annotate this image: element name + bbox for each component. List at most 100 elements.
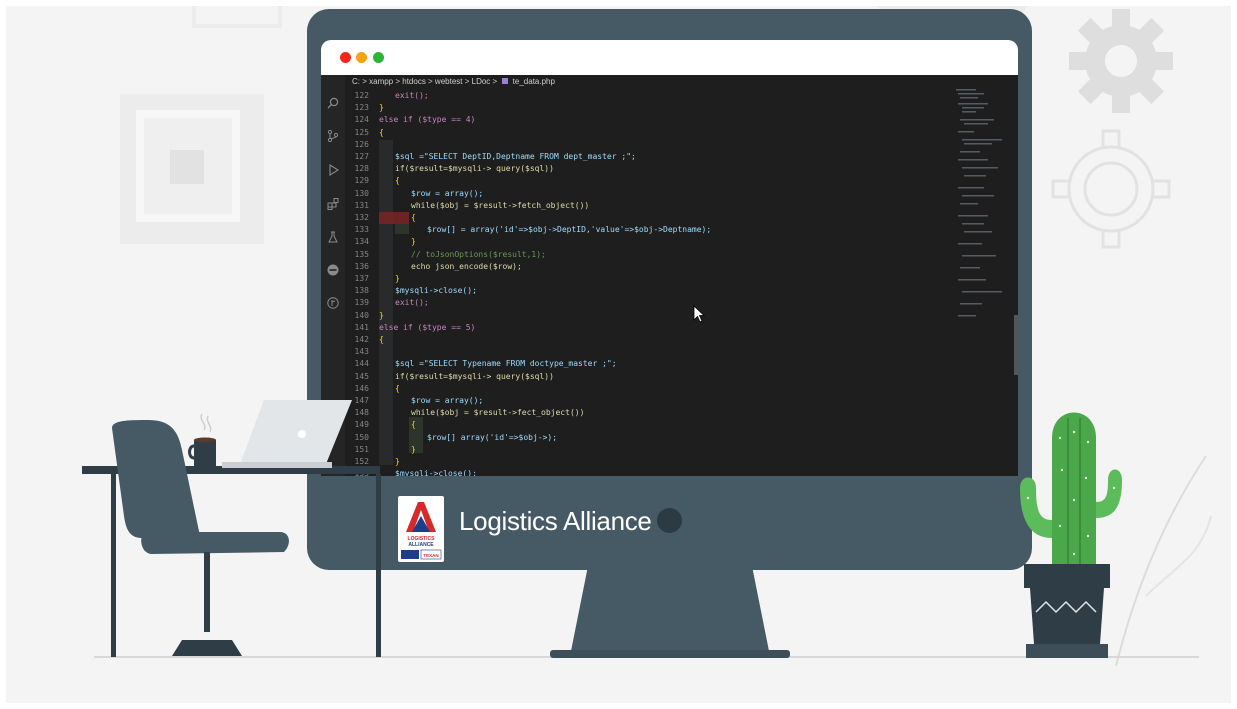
code-line[interactable]: 122 exit(); [345,90,429,102]
code-line[interactable]: 133 $row[] = array('id'=>$obj->DeptID,'va… [345,224,712,236]
scrollbar-thumb[interactable] [1014,315,1018,375]
brand-name: Logistics Alliance [459,506,652,536]
svg-text:TEXAN: TEXAN [423,553,438,558]
code-text: $mysqli->close(); [395,286,477,296]
code-line[interactable]: 128 if($result=$mysqli-> query($sql)) [345,163,554,175]
line-number: 123 [354,103,369,113]
code-text: } [379,103,384,113]
line-number: 140 [354,310,369,320]
code-line[interactable]: 134} [345,236,416,248]
svg-text:ALLIANCE: ALLIANCE [408,542,434,548]
maximize-window-button[interactable] [373,52,384,63]
gear-icon [1069,9,1173,113]
code-text: $sql ="SELECT Typename FROM doctype_mast… [395,359,617,369]
code-text: } [379,310,384,320]
code-line[interactable]: 137} [345,273,400,285]
breadcrumb: C: > xampp > htdocs > webtest > LDoc > t… [352,75,1018,88]
laptop [222,400,352,468]
code-line[interactable]: 131 while($obj = $result->fetch_object()) [345,200,590,212]
code-text: while($obj = $result->fect_object()) [411,408,585,418]
code-text: { [411,213,416,222]
breadcrumb-path[interactable]: C: > xampp > htdocs > webtest > LDoc > [352,77,497,86]
code-text: { [395,383,400,393]
mouse-cursor-icon [693,305,706,323]
code-line[interactable]: 151} [345,444,416,456]
run-debug-icon[interactable] [327,164,339,176]
line-number: 141 [354,322,369,332]
minimap[interactable] [954,83,1012,343]
remote-icon[interactable] [327,264,339,276]
code-line[interactable]: 139 exit(); [345,297,429,309]
code-line[interactable]: 124 else if ($type == 4) [345,114,476,126]
code-line[interactable]: 136 echo json_encode($row); [345,261,522,273]
line-number: 135 [354,249,369,259]
code-line[interactable]: 130 $row = array(); [345,188,484,200]
cactus-plant [1020,412,1122,658]
code-line[interactable]: 125 { [345,127,384,139]
code-text: // toJsonOptions($result,1); [411,249,546,259]
code-line[interactable]: 126 [345,139,379,151]
code-text: if($result=$mysqli-> query($sql)) [395,164,554,174]
code-text: { [411,420,416,430]
line-number: 142 [354,335,369,344]
breadcrumb-file[interactable]: te_data.php [513,77,555,86]
search-icon[interactable] [327,97,339,109]
code-text: $row[] array('id'=>$obj->); [427,432,558,442]
brand-dot [657,508,682,533]
line-number: 138 [354,286,369,296]
code-text: if($result=$mysqli-> query($sql)) [395,371,554,381]
code-text: $row = array(); [411,188,484,198]
line-number: 129 [354,176,369,186]
line-number: 133 [354,225,369,235]
line-number: 128 [354,164,369,174]
line-number: 143 [354,347,369,357]
code-line[interactable]: 150 $row[] array('id'=>$obj->); [345,432,558,444]
code-editor[interactable]: C: > xampp > htdocs > webtest > LDoc > t… [321,75,1018,476]
code-text: exit(); [395,298,429,308]
code-line[interactable]: 123} [345,102,384,114]
code-line[interactable]: 129 { [345,175,400,187]
code-text: else if ($type == 4) [379,115,476,125]
testing-icon[interactable] [327,231,339,243]
code-text: { [379,127,384,137]
code-line[interactable]: 143 [345,346,379,358]
line-number: 124 [354,115,369,125]
code-line[interactable]: 149{ [345,419,416,431]
code-line[interactable]: 127 $sql ="SELECT DeptID,Deptname FROM de… [345,151,636,163]
code-text: $row = array(); [411,396,484,405]
line-number: 145 [354,371,369,381]
code-text: { [379,335,384,344]
wall-frame-center [170,150,204,184]
code-line[interactable]: 146 { [345,383,400,395]
code-text: echo json_encode($row); [411,261,522,271]
line-number: 136 [354,261,369,271]
php-file-icon [502,78,509,84]
code-line[interactable]: 147 $row = array(); [345,395,484,407]
source-control-icon[interactable] [327,130,339,142]
line-number: 130 [354,188,369,198]
code-text: else if ($type == 5) [379,322,476,332]
extensions-icon[interactable] [327,198,339,210]
line-number: 144 [354,359,369,369]
monitor-stand [550,566,790,658]
code-line[interactable]: 135 // toJsonOptions($result,1); [345,249,546,261]
code-text: } [395,457,400,466]
code-line[interactable]: 148 while($obj = $result->fect_object()) [345,407,585,419]
line-number: 127 [354,152,369,161]
line-number: 146 [354,383,369,393]
code-area[interactable]: 122 exit(); 123} 124 else if ($type == 4) 125… [345,90,948,476]
git-icon[interactable] [327,297,339,309]
code-line[interactable]: 141 else if ($type == 5) [345,322,476,334]
code-line[interactable]: 142 { [345,334,384,346]
wall-shelf-decor [192,6,282,28]
code-line[interactable]: 145 if($result=$mysqli-> query($sql)) [345,371,554,383]
code-text: while($obj = $result->fetch_object()) [411,200,590,210]
code-text: $row[] = array('id'=>$obj->DeptID,'value… [427,225,712,235]
close-window-button[interactable] [340,52,351,63]
code-line[interactable]: 138 $mysqli->close(); [345,285,477,297]
minimize-window-button[interactable] [356,52,367,63]
code-line[interactable]: 132 { [345,212,416,224]
line-number: 122 [354,91,369,100]
code-line[interactable]: 144 $sql ="SELECT Typename FROM doctype_m… [345,358,617,370]
code-line[interactable]: 140} [345,310,384,322]
